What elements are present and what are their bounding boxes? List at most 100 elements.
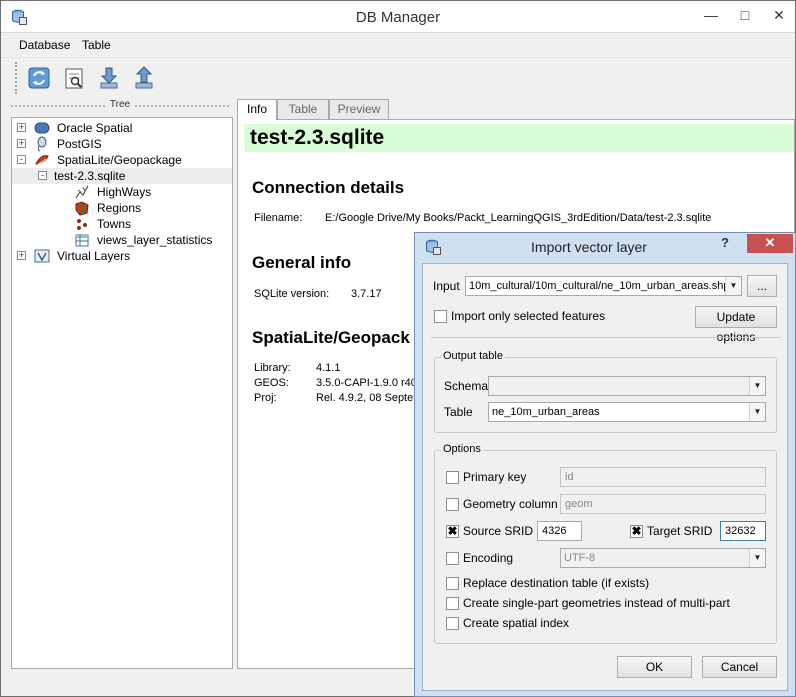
menu-bar: Database Table: [1, 34, 795, 56]
dialog-title: Import vector layer: [531, 239, 647, 255]
chevron-down-icon[interactable]: ▼: [749, 377, 765, 395]
encoding-value: UTF-8: [564, 552, 596, 564]
expand-icon[interactable]: +: [17, 123, 26, 132]
dialog-title-bar: Import vector layer ? ✕: [415, 233, 795, 261]
tree-item-virtual-layers[interactable]: + Virtual Layers: [12, 248, 232, 264]
source-srid-checkbox[interactable]: ✖: [446, 525, 459, 538]
filename-value: E:/Google Drive/My Books/Packt_LearningQ…: [325, 212, 712, 224]
import-only-selected-checkbox[interactable]: [434, 310, 447, 323]
encoding-checkbox[interactable]: [446, 552, 459, 565]
browse-button[interactable]: ...: [747, 275, 777, 297]
tree-item-regions[interactable]: Regions: [12, 200, 232, 216]
tab-info[interactable]: Info: [237, 99, 277, 120]
refresh-icon[interactable]: [25, 64, 53, 92]
table-combo[interactable]: ne_10m_urban_areas ▼: [488, 402, 766, 422]
virtual-layer-icon: [34, 249, 50, 263]
expand-icon[interactable]: +: [17, 139, 26, 148]
menu-table[interactable]: Table: [82, 38, 111, 52]
tree-item-towns[interactable]: Towns: [12, 216, 232, 232]
tree-item-label: Regions: [97, 201, 142, 215]
dock-grip-left[interactable]: [11, 105, 105, 108]
output-table-title: Output table: [441, 350, 505, 362]
geometry-column-checkbox[interactable]: [446, 498, 459, 511]
tree-item-label: Towns: [97, 217, 132, 231]
options-title: Options: [441, 443, 483, 455]
dialog-close-button[interactable]: ✕: [747, 234, 793, 253]
table-value: ne_10m_urban_areas: [492, 406, 600, 418]
replace-table-checkbox[interactable]: [446, 577, 459, 590]
proj-label: Proj:: [254, 392, 277, 404]
spatial-index-label: Create spatial index: [463, 616, 570, 630]
output-table-group: Output table Schema ▼ Table ne_10m_urban…: [434, 350, 777, 433]
tree-item-highways[interactable]: HighWays: [12, 184, 232, 200]
menu-database[interactable]: Database: [19, 38, 70, 52]
spatial-index-checkbox[interactable]: [446, 617, 459, 630]
tree-item-oracle-spatial[interactable]: + Oracle Spatial: [12, 120, 232, 136]
tree-item-label: HighWays: [97, 185, 152, 199]
connection-details-heading: Connection details: [252, 178, 405, 197]
source-srid-field[interactable]: 4326: [537, 521, 582, 541]
tab-table[interactable]: Table: [277, 99, 329, 119]
geos-value: 3.5.0-CAPI-1.9.0 r40: [316, 377, 417, 389]
postgis-icon: [37, 136, 47, 152]
close-window-icon[interactable]: ✕: [764, 5, 794, 27]
table-icon: [75, 234, 89, 247]
ok-button[interactable]: OK: [617, 656, 692, 678]
tree-item-label: views_layer_statistics: [97, 233, 213, 247]
collapse-icon[interactable]: -: [17, 155, 26, 164]
collapse-icon[interactable]: -: [38, 171, 47, 180]
export-layer-icon[interactable]: [130, 64, 158, 92]
update-options-button[interactable]: Update options: [695, 306, 777, 344]
polygon-layer-icon: [75, 201, 89, 216]
options-group: Options Primary key id Geometry column g…: [434, 443, 777, 644]
target-srid-field[interactable]: 32632: [720, 521, 766, 541]
chevron-down-icon[interactable]: ▼: [749, 549, 765, 567]
geometry-column-label: Geometry column: [463, 497, 558, 511]
expand-icon[interactable]: +: [17, 251, 26, 260]
minimize-icon[interactable]: —: [696, 5, 726, 27]
input-layer-combo[interactable]: 10m_cultural/10m_cultural/ne_10m_urban_a…: [465, 276, 742, 296]
chevron-down-icon[interactable]: ▼: [725, 277, 741, 295]
primary-key-field[interactable]: id: [560, 467, 766, 487]
dock-grip-right[interactable]: [135, 105, 229, 108]
input-layer-value: 10m_cultural/10m_cultural/ne_10m_urban_a…: [469, 280, 730, 292]
target-srid-checkbox[interactable]: ✖: [630, 525, 643, 538]
import-layer-icon[interactable]: [95, 64, 123, 92]
tree-item-test-sqlite[interactable]: - test-2.3.sqlite: [12, 168, 232, 184]
primary-key-checkbox[interactable]: [446, 471, 459, 484]
tree-item-spatialite[interactable]: - SpatiaLite/Geopackage: [12, 152, 232, 168]
tab-preview[interactable]: Preview: [329, 99, 389, 119]
sqlite-version-label: SQLite version:: [254, 288, 330, 300]
encoding-combo[interactable]: UTF-8 ▼: [560, 548, 766, 568]
geometry-column-field[interactable]: geom: [560, 494, 766, 514]
schema-combo[interactable]: ▼: [488, 376, 766, 396]
filename-label: Filename:: [254, 212, 303, 224]
tree-item-postgis[interactable]: + PostGIS: [12, 136, 232, 152]
maximize-icon[interactable]: □: [730, 5, 760, 27]
database-name-banner: test-2.3.sqlite: [244, 124, 794, 152]
source-srid-label: Source SRID: [463, 524, 534, 538]
tree-item-label: test-2.3.sqlite: [54, 169, 126, 183]
toolbar-grip[interactable]: [15, 62, 18, 94]
tree-item-views-layer-statistics[interactable]: views_layer_statistics: [12, 232, 232, 248]
tree-item-label: Oracle Spatial: [57, 121, 133, 135]
primary-key-label: Primary key: [463, 470, 527, 484]
tree-title: Tree: [109, 99, 131, 110]
separator: [431, 337, 781, 338]
library-value: 4.1.1: [316, 362, 341, 374]
line-layer-icon: [75, 185, 89, 199]
point-layer-icon: [77, 219, 87, 230]
help-icon[interactable]: ?: [721, 235, 729, 250]
target-srid-label: Target SRID: [647, 524, 713, 538]
window-title: DB Manager: [355, 9, 441, 26]
spatialite-heading: SpatiaLite/Geopack: [252, 328, 410, 347]
general-info-heading: General info: [252, 253, 352, 272]
tree-item-label: PostGIS: [57, 137, 102, 151]
single-part-checkbox[interactable]: [446, 597, 459, 610]
tree-panel: + Oracle Spatial + PostGIS - SpatiaLite/…: [11, 117, 233, 669]
chevron-down-icon[interactable]: ▼: [749, 403, 765, 421]
sql-window-icon[interactable]: [60, 64, 88, 92]
cancel-button[interactable]: Cancel: [702, 656, 777, 678]
schema-label: Schema: [444, 379, 489, 393]
import-only-selected-label: Import only selected features: [451, 309, 606, 323]
